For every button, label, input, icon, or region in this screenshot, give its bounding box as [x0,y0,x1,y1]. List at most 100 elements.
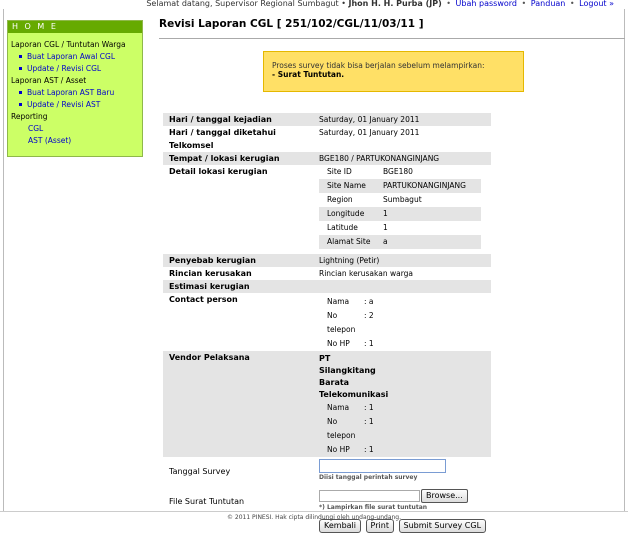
field-label: Estimasi kerugian [163,280,311,293]
table-row: No telepon: 1 [319,415,374,443]
table-row: Region Sumbagut [319,193,481,207]
alert-requirement: - Surat Tuntutan. [272,70,345,79]
vendor-key: No telepon [319,415,364,443]
detail-key: Site ID [319,165,379,179]
sidebar-item-buat-cgl[interactable]: Buat Laporan Awal CGL [11,51,142,63]
detail-value: BGE180 [379,165,481,179]
table-row: No HP: 1 [319,337,374,351]
bullet-icon [19,55,22,58]
form-row: Hari / tanggal diketahui Telkomsel Satur… [163,126,491,152]
vendor-name-line: Silangkitang [319,366,376,375]
survey-hint: Diisi tanggal perintah survey [319,474,418,481]
footer: © 2011 PINESI. Hak cipta dilindungi oleh… [0,511,628,522]
field-value: Saturday, 01 January 2011 [311,113,491,126]
detail-value: a [379,235,481,249]
field-label: Hari / tanggal diketahui Telkomsel [163,126,311,152]
separator: • [521,0,527,8]
vendor-value: : 1 [364,401,374,415]
survey-date-input[interactable] [319,459,446,473]
vendor-name-line: Barata [319,378,350,387]
field-label: Tanggal Survey [163,457,311,487]
contact-table: Nama: a No telepon: 2 No HP: 1 [319,295,374,351]
home-link[interactable]: H O M E [8,21,142,33]
sidebar-item-label[interactable]: Update / Revisi AST [27,100,100,109]
sidebar-item-report-ast[interactable]: AST (Asset) [11,135,142,147]
sidebar-item-update-cgl[interactable]: Update / Revisi CGL [11,63,142,75]
form-row: Tanggal Survey Diisi tanggal perintah su… [163,457,491,487]
sidebar-item-label[interactable]: AST (Asset) [28,136,71,145]
table-row: Alamat Site a [319,235,481,249]
table-row: No HP: 1 [319,443,374,457]
field-value [311,280,491,293]
user-name: Jhon H. H. Purba (JP) [348,0,442,8]
field-label: Vendor Pelaksana [163,351,311,457]
detail-key: Alamat Site [319,235,379,249]
report-form: Hari / tanggal kejadian Saturday, 01 Jan… [163,113,491,537]
guide-link[interactable]: Panduan [531,0,566,8]
form-row: Tempat / lokasi kerugian BGE180 / PARTUK… [163,152,491,165]
survey-cell: Diisi tanggal perintah survey [311,457,491,487]
field-value: Rincian kerusakan warga [311,267,491,280]
vendor-value: : 1 [364,415,374,443]
field-label: Detail lokasi kerugian [163,165,311,254]
detail-table: Site ID BGE180 Site Name PARTUKONANGINJANG… [319,165,481,249]
page-title: Revisi Laporan CGL [ 251/102/CGL/11/03/1… [159,18,424,30]
contact-value: : 2 [364,309,374,337]
separator: • [446,0,451,8]
field-label: Hari / tanggal kejadian [163,113,311,126]
detail-value: 1 [379,207,481,221]
sidebar-item-report-cgl[interactable]: CGL [11,123,142,135]
sidebar-section-ast: Laporan AST / Asset [11,76,87,85]
contact-value: : a [364,295,374,309]
bullet-icon [19,103,22,106]
vendor-contact-table: Nama: 1 No telepon: 1 No HP: 1 [319,401,374,457]
separator: • [569,0,575,8]
bullet-icon [19,67,22,70]
browse-button[interactable]: Browse... [421,489,468,503]
title-divider [159,38,625,39]
form-row: Detail lokasi kerugian Site ID BGE180 Sit… [163,165,491,254]
table-row: Longitude 1 [319,207,481,221]
form-row: Estimasi kerugian [163,280,491,293]
form-row: Hari / tanggal kejadian Saturday, 01 Jan… [163,113,491,126]
detail-key: Site Name [319,179,379,193]
contact-cell: Nama: a No telepon: 2 No HP: 1 [311,293,491,351]
table-row: No telepon: 2 [319,309,374,337]
table-row: Nama: 1 [319,401,374,415]
form-row: Vendor Pelaksana PT Silangkitang Barata … [163,351,491,457]
sidebar-section-reporting: Reporting [11,112,48,121]
sidebar-item-label[interactable]: Buat Laporan AST Baru [27,88,114,97]
contact-key: Nama [319,295,364,309]
field-value: BGE180 / PARTUKONANGINJANG [311,152,491,165]
sidebar-section-cgl: Laporan CGL / Tuntutan Warga [11,40,126,49]
form-row: Rincian kerusakan Rincian kerusakan warg… [163,267,491,280]
vendor-name-line: PT [319,354,331,363]
detail-key: Region [319,193,379,207]
form-row: Contact person Nama: a No telepon: 2 No … [163,293,491,351]
table-row: Site Name PARTUKONANGINJANG [319,179,481,193]
sidebar-menu: Laporan CGL / Tuntutan Warga Buat Lapora… [8,33,142,147]
contact-value: : 1 [364,337,374,351]
sidebar-item-label[interactable]: CGL [28,124,43,133]
field-value: Saturday, 01 January 2011 [311,126,491,152]
field-value: Lightning (Petir) [311,254,491,267]
detail-value: Sumbagut [379,193,481,207]
file-path-input[interactable] [319,490,420,502]
sidebar-item-label[interactable]: Update / Revisi CGL [27,64,101,73]
table-row: Latitude 1 [319,221,481,235]
sidebar-item-update-ast[interactable]: Update / Revisi AST [11,99,142,111]
logout-link[interactable]: Logout » [579,0,614,8]
vendor-key: No HP [319,443,364,457]
detail-cell: Site ID BGE180 Site Name PARTUKONANGINJANG… [311,165,491,254]
change-password-link[interactable]: Ubah password [456,0,517,8]
table-row: Nama: a [319,295,374,309]
detail-key: Longitude [319,207,379,221]
sidebar-item-label[interactable]: Buat Laporan Awal CGL [27,52,115,61]
field-label: Penyebab kerugian [163,254,311,267]
sidebar: H O M E Laporan CGL / Tuntutan Warga Bua… [7,20,143,157]
sidebar-item-buat-ast[interactable]: Buat Laporan AST Baru [11,87,142,99]
vendor-value: : 1 [364,443,374,457]
contact-key: No HP [319,337,364,351]
vendor-key: Nama [319,401,364,415]
vendor-name-line: Telekomunikasi [319,390,389,399]
